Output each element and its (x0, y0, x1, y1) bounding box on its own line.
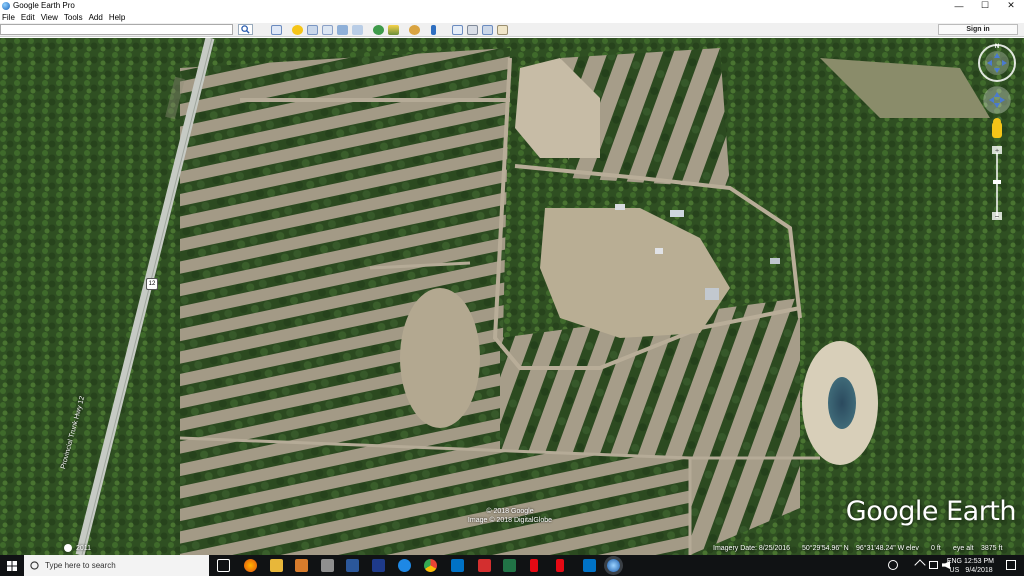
sun-icon[interactable] (388, 25, 399, 35)
copyright-line-digitalglobe: Image © 2018 DigitalGlobe (467, 517, 553, 524)
planets-icon[interactable] (409, 25, 420, 35)
netflix-icon[interactable] (530, 559, 538, 572)
menu-file[interactable]: File (2, 13, 15, 22)
flag-app-icon[interactable] (478, 559, 491, 572)
start-button[interactable] (0, 555, 24, 576)
google-earth-icon[interactable] (607, 559, 620, 572)
system-clock[interactable]: 12:53 PM 9/4/2018 (964, 557, 994, 575)
close-button[interactable]: ✕ (998, 0, 1024, 11)
email-icon[interactable] (452, 25, 463, 35)
people-icon[interactable] (888, 560, 898, 570)
print-icon[interactable] (467, 25, 478, 35)
toolbar: Sign in (0, 23, 1024, 37)
menu-bar: File Edit View Tools Add Help (0, 11, 1024, 23)
word-icon[interactable] (346, 559, 359, 572)
edge-icon[interactable] (398, 559, 411, 572)
task-view-icon[interactable] (217, 559, 230, 572)
excel-icon[interactable] (503, 559, 516, 572)
notifications-icon[interactable] (1006, 560, 1016, 570)
chevron-up-icon[interactable] (914, 559, 926, 571)
historical-imagery-icon[interactable] (373, 25, 384, 35)
minimize-button[interactable]: — (946, 0, 972, 11)
copyright-line-google: © 2018 Google (486, 508, 534, 515)
search-button[interactable] (238, 24, 253, 35)
ruler-icon[interactable] (431, 25, 436, 35)
clock-date: 9/4/2018 (965, 567, 993, 574)
search-icon (30, 561, 39, 570)
taskbar-search-box[interactable]: Type here to search (24, 555, 209, 576)
navigation-controls[interactable]: N + − (974, 40, 1020, 225)
imagery-year[interactable]: 2011 (76, 545, 91, 552)
map-status-bar: 2011 Imagery Date: 8/25/2016 50°29'54.96… (0, 543, 1024, 555)
satellite-imagery (0, 38, 1024, 555)
chrome-icon[interactable] (424, 559, 437, 572)
app-grid-icon[interactable] (372, 559, 385, 572)
maps-icon[interactable] (497, 25, 508, 35)
windows-logo-icon (7, 560, 17, 571)
search-icon (241, 25, 250, 34)
historical-imagery-badge-icon[interactable] (64, 544, 72, 552)
placemark-icon[interactable] (292, 25, 303, 35)
maximize-button[interactable]: ☐ (972, 0, 998, 11)
outlook-icon[interactable] (451, 559, 464, 572)
app-icon[interactable] (295, 559, 308, 572)
netflix-icon-2[interactable] (556, 559, 564, 572)
menu-edit[interactable]: Edit (21, 13, 35, 22)
highway-shield: 12 (146, 278, 158, 290)
sidebar-toggle-icon[interactable] (271, 25, 282, 35)
search-input[interactable] (0, 24, 233, 35)
image-overlay-icon[interactable] (337, 25, 348, 35)
google-earth-app-icon (2, 1, 10, 10)
map-view[interactable]: N + − 12 Provincial Trunk Hwy 12 © 2018 … (0, 38, 1024, 555)
outlook-icon-2[interactable] (583, 559, 596, 572)
google-earth-logo: Google Earth (845, 496, 1017, 527)
menu-tools[interactable]: Tools (64, 13, 83, 22)
menu-add[interactable]: Add (89, 13, 103, 22)
window-controls: — ☐ ✕ (946, 0, 1024, 11)
title-bar: Google Earth Pro — ☐ ✕ (0, 0, 1024, 11)
taskbar-search-placeholder: Type here to search (45, 561, 116, 570)
file-explorer-icon[interactable] (270, 559, 283, 572)
imagery-date: Imagery Date: 8/25/2016 (713, 545, 791, 552)
menu-help[interactable]: Help (109, 13, 125, 22)
polygon-icon[interactable] (307, 25, 318, 35)
imagery-copyright: © 2018 Google Image © 2018 DigitalGlobe (440, 507, 580, 525)
path-icon[interactable] (322, 25, 333, 35)
sign-in-button[interactable]: Sign in (938, 24, 1018, 35)
latitude: 50°29'54.96" N (802, 545, 849, 552)
tour-icon[interactable] (352, 25, 363, 35)
menu-view[interactable]: View (41, 13, 58, 22)
windows-taskbar: Type here to search ENG US 12:53 PM 9/4/… (0, 555, 1024, 576)
svg-text:−: − (995, 212, 1000, 221)
save-image-icon[interactable] (482, 25, 493, 35)
eye-altitude-label: eye alt (953, 545, 974, 552)
longitude: 96°31'48.24" W (856, 545, 905, 552)
calculator-icon[interactable] (321, 559, 334, 572)
compass-north-label: N (995, 44, 999, 50)
clock-time: 12:53 PM (964, 558, 994, 565)
window-title: Google Earth Pro (13, 1, 75, 10)
firefox-icon[interactable] (244, 559, 257, 572)
elevation-value: 0 ft (931, 545, 941, 552)
svg-text:+: + (995, 148, 999, 155)
network-icon[interactable] (929, 561, 938, 569)
elevation-label: elev (906, 545, 919, 552)
eye-altitude-value: 3875 ft (981, 545, 1003, 552)
